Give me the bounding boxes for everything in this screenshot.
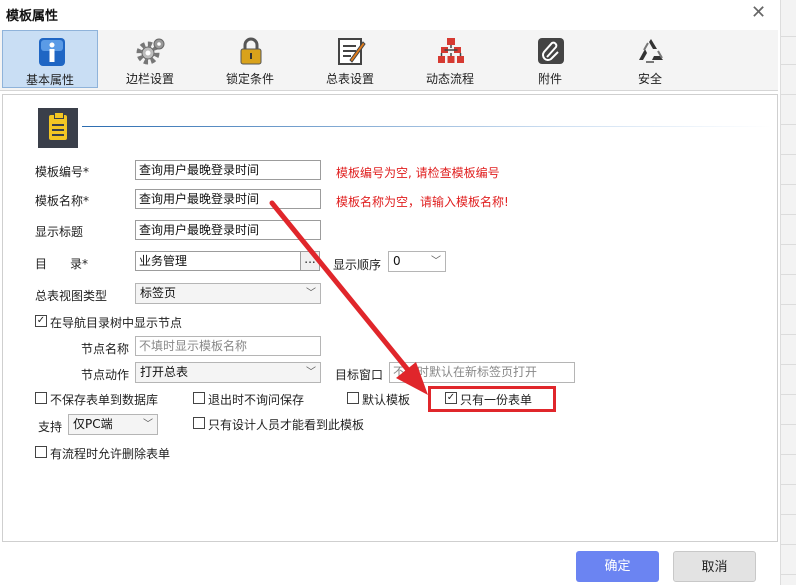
annotation-arrow	[269, 200, 428, 395]
ok-button[interactable]: 确定	[576, 551, 659, 582]
cancel-button[interactable]: 取消	[673, 551, 756, 582]
